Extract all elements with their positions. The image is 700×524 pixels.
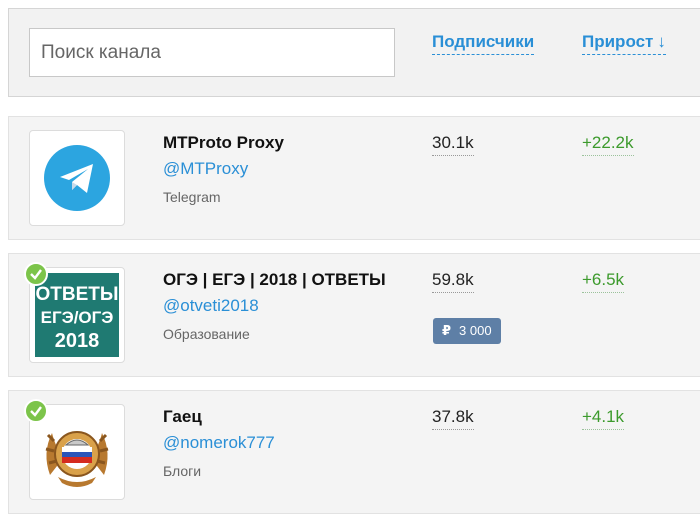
channel-avatar[interactable]: ОТВЕТЫ ЕГЭ/ОГЭ 2018: [24, 262, 125, 363]
channel-list-header: Подписчики Прирост↓: [8, 8, 700, 97]
avatar-text-line-3: 2018: [54, 330, 100, 352]
subscriber-count: 37.8k: [432, 407, 474, 430]
channel-search-input[interactable]: [29, 28, 395, 77]
verified-badge-icon: [24, 399, 48, 423]
ad-price-badge[interactable]: ₽3 000: [433, 318, 501, 344]
sort-growth-label: Прирост: [582, 32, 654, 51]
subscriber-count: 59.8k: [432, 270, 474, 293]
avatar-text-line-2: ЕГЭ/ОГЭ: [40, 308, 114, 327]
channel-category: Telegram: [163, 189, 221, 205]
growth-count: +4.1k: [582, 407, 625, 430]
channel-handle-link[interactable]: @MTProxy: [163, 159, 248, 179]
channel-avatar[interactable]: [29, 130, 125, 226]
channel-category: Блоги: [163, 463, 202, 479]
ege-answers-avatar: ОТВЕТЫ ЕГЭ/ОГЭ 2018: [35, 273, 119, 357]
channel-card-otveti2018[interactable]: ОТВЕТЫ ЕГЭ/ОГЭ 2018 ОГЭ | ЕГЭ | 2018 | О…: [8, 253, 700, 377]
sort-by-growth-link[interactable]: Прирост ↓: [582, 32, 666, 55]
channel-handle-link[interactable]: @otveti2018: [163, 296, 259, 316]
channel-title[interactable]: MTProto Proxy: [163, 133, 284, 153]
telegram-logo-icon: [44, 145, 110, 211]
channel-avatar[interactable]: [24, 399, 125, 500]
ad-price-value: 3 000: [459, 323, 492, 338]
avatar-text-line-1: ОТВЕТЫ: [35, 284, 119, 305]
sort-by-subscribers-link[interactable]: Подписчики: [432, 32, 535, 55]
channel-card-mtproxy[interactable]: MTProto Proxy @MTProxy Telegram 30.1k +2…: [8, 116, 700, 240]
ruble-icon: ₽: [442, 323, 452, 338]
channel-card-nomerok777[interactable]: Гаец @nomerok777 Блоги 37.8k +4.1k: [8, 390, 700, 514]
growth-count: +22.2k: [582, 133, 634, 156]
subscriber-count: 30.1k: [432, 133, 474, 156]
sort-descending-arrow-icon: ↓: [657, 32, 666, 51]
channel-title[interactable]: ОГЭ | ЕГЭ | 2018 | ОТВЕТЫ: [163, 270, 386, 290]
sort-subscribers-label: Подписчики: [432, 32, 535, 51]
growth-count: +6.5k: [582, 270, 625, 293]
channel-title[interactable]: Гаец: [163, 407, 202, 427]
channel-category: Образование: [163, 326, 250, 342]
channel-handle-link[interactable]: @nomerok777: [163, 433, 275, 453]
verified-badge-icon: [24, 262, 48, 286]
